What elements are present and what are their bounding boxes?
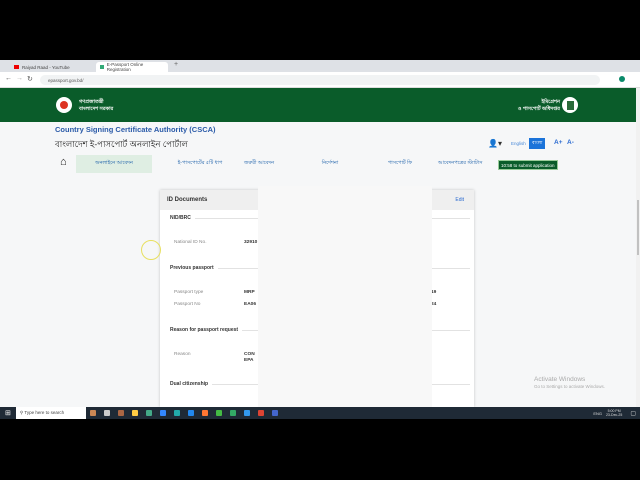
nav-urgent-application[interactable]: জরুরী আবেদন [232,155,286,173]
redacted-overlay [258,186,432,407]
card-title: ID Documents [167,197,208,203]
profile-avatar[interactable] [619,76,625,82]
user-menu-icon[interactable]: 👤▾ [488,139,502,148]
passport-no-value: EA06 [244,302,256,307]
font-increase-button[interactable]: A+ [554,139,563,146]
task-view-icon[interactable] [103,410,110,416]
new-tab-button[interactable]: + [174,61,178,68]
vscode-icon[interactable] [187,410,194,416]
tab-epassport[interactable]: E-Passport Online Registration [96,62,168,72]
department-name: ইমিগ্রেশন ও পাসপোর্ট অধিদপ্তর [518,99,560,113]
app-icon[interactable] [117,410,124,416]
dept-line-2: ও পাসপোর্ট অধিদপ্তর [517,106,560,112]
cursor-highlight [141,240,161,260]
nav-instructions[interactable]: নির্দেশনা [305,155,355,173]
site-icon [100,65,104,69]
app-icon[interactable] [271,410,278,416]
section-title: Dual citizenship [170,381,209,387]
reason-label: Reason [174,352,191,357]
government-name: গণপ্রজাতন্ত্রী বাংলাদেশ সরকার [79,99,113,113]
notifications-icon[interactable]: ▢ [630,410,636,417]
department-emblem-icon [562,97,578,113]
nid-label: National ID No. [174,240,207,245]
start-icon[interactable]: ⊞ [5,409,11,417]
dept-line-1: ইমিগ্রেশন [541,99,560,105]
home-icon[interactable]: ⌂ [60,156,67,168]
english-toggle[interactable]: English [511,141,526,146]
search-placeholder: Type here to search [24,410,65,415]
tab-label: Raiyad Raad - YouTube [22,64,70,70]
edit-link[interactable]: Edit [455,197,464,203]
forward-icon[interactable]: → [16,75,23,82]
section-title: NID/BRC [170,215,191,221]
activate-windows-subtitle: Go to Settings to activate Windows. [534,384,606,389]
reason-value: CON [244,352,255,357]
chrome-icon[interactable] [229,410,236,416]
reload-icon[interactable]: ↻ [27,75,33,83]
browser-tab-bar: Raiyad Raad - YouTube E-Passport Online … [0,60,640,72]
app-icon[interactable] [159,410,166,416]
reason-value-2: EPA [244,358,254,363]
nav-5-steps[interactable]: ই-পাসপোর্টের ৫টি ধাপ [158,155,242,173]
scrollbar-thumb[interactable] [637,200,639,255]
timer-tooltip: 10:58 to submit application [498,160,558,170]
chrome-icon[interactable] [215,410,222,416]
font-decrease-button[interactable]: A- [567,139,574,146]
windows-taskbar: ⊞ ⚲ Type here to search ENG 5:00 PM 23-De… [0,407,640,419]
taskbar-search[interactable]: ⚲ Type here to search [15,407,86,419]
file-explorer-icon[interactable] [131,410,138,416]
portal-title: বাংলাদেশ ই-পাসপোর্ট অনলাইন পোর্টাল [55,139,188,149]
nav-passport-fee[interactable]: পাসপোর্ট ফি [375,155,425,173]
passport-no-label: Passport No [174,302,201,307]
powerpoint-icon[interactable] [257,410,264,416]
language-indicator[interactable]: ENG [593,411,602,416]
nav-online-application[interactable]: অনলাইনে আবেদন [76,155,152,173]
tab-label: E-Passport Online Registration [106,62,144,72]
bangla-toggle[interactable]: বাংলা [529,138,546,149]
back-icon[interactable]: ← [5,75,12,82]
passport-type-value: MRP [244,290,255,295]
activate-windows-title: Activate Windows [534,376,586,383]
government-emblem-icon [56,97,72,113]
clock[interactable]: 5:00 PM 23-Dec-25 [606,409,622,417]
section-title: Reason for passport request [170,327,239,333]
firefox-icon[interactable] [201,410,208,416]
nav-application-status[interactable]: আবেদনপত্রের স্ট্যাটাস [438,155,502,173]
app-icon[interactable] [173,410,180,416]
tab-youtube[interactable]: Raiyad Raad - YouTube [10,62,96,72]
app-icon[interactable] [145,410,152,416]
app-icon[interactable] [89,410,96,416]
nid-value: 32910 [244,240,258,245]
csca-link[interactable]: Country Signing Certificate Authority (C… [55,125,216,134]
gov-line-2: বাংলাদেশ সরকার [79,106,114,112]
app-icon[interactable] [243,410,250,416]
section-title: Previous passport [170,265,214,271]
clock-date: 23-Dec-25 [605,413,623,417]
youtube-icon [14,65,19,69]
gov-line-1: গণপ্রজাতন্ত্রী [79,99,104,105]
passport-type-label: Passport type [174,290,204,295]
site-banner: গণপ্রজাতন্ত্রী বাংলাদেশ সরকার ইমিগ্রেশন ও … [0,88,636,122]
url-input[interactable]: epassport.gov.bd/ [40,75,600,85]
